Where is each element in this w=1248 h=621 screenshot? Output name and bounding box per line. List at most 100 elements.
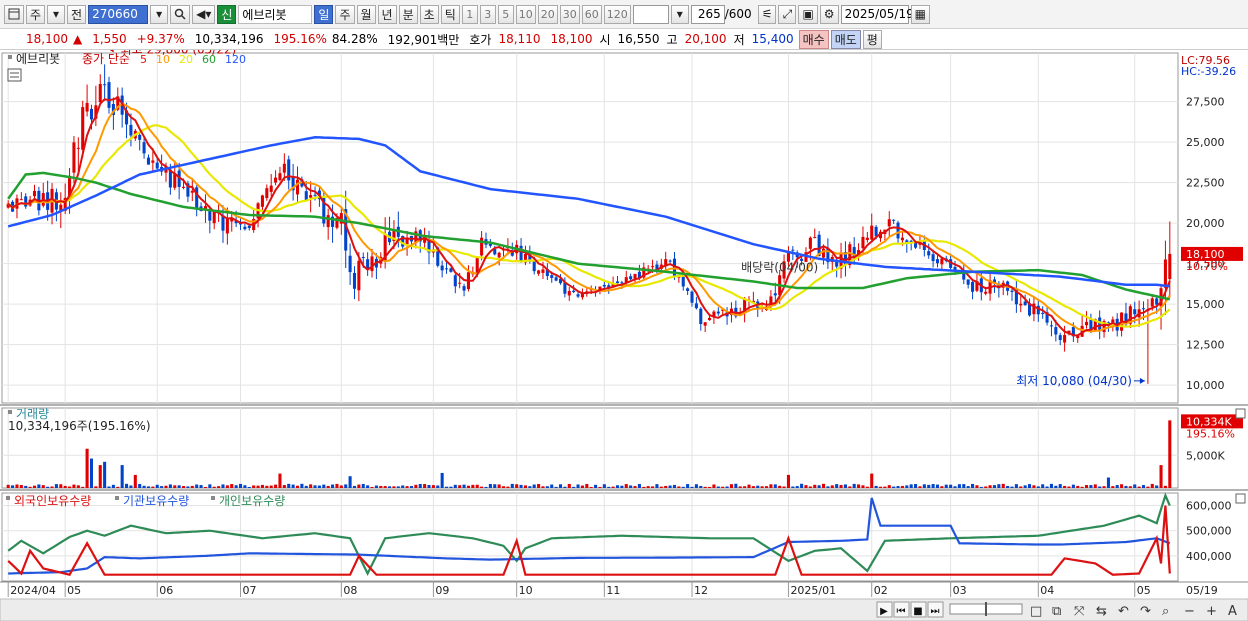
volume-bar — [800, 483, 804, 488]
volume-bar — [168, 484, 172, 488]
volume-bar — [287, 483, 291, 488]
volume-bar — [922, 484, 926, 488]
volume-bar — [361, 483, 365, 488]
volume-bar — [861, 485, 865, 488]
volume-bar — [988, 485, 992, 488]
candle-body — [870, 225, 874, 240]
volume-bar — [146, 486, 150, 488]
volume-bar — [344, 484, 348, 488]
range-button[interactable]: 전 — [67, 4, 87, 24]
volume-bar — [418, 483, 422, 488]
tick-button[interactable]: 20 — [537, 4, 558, 24]
volume-bar — [24, 485, 28, 488]
stock-name-field[interactable]: 에브리봇 — [238, 4, 313, 24]
volume-bar — [63, 485, 67, 488]
candle-body — [813, 237, 817, 239]
zoom-in-icon[interactable]: + — [1206, 604, 1217, 619]
price-tick-label: 15,000 — [1186, 298, 1225, 311]
view-toggle-icon[interactable]: □ — [1030, 604, 1042, 619]
evaluation-button[interactable]: 평 — [862, 29, 882, 49]
layout-icon[interactable] — [4, 4, 24, 24]
tick-button[interactable]: 30 — [559, 4, 580, 24]
tick-button[interactable]: 10 — [515, 4, 536, 24]
period-button[interactable]: 초 — [419, 4, 439, 24]
custom-period-input[interactable] — [632, 4, 669, 24]
price-tick-label: 12,500 — [1186, 339, 1225, 352]
volume-bar — [523, 485, 527, 488]
chart-settings-icon[interactable]: ⚟ — [757, 4, 777, 24]
sell-button[interactable]: 매도 — [830, 29, 861, 49]
volume-bar — [445, 486, 449, 488]
candle-body — [629, 276, 633, 280]
font-icon[interactable]: A — [1228, 604, 1237, 619]
tick-button[interactable]: 120 — [603, 4, 631, 24]
candle-body — [1155, 298, 1159, 305]
volume-bar — [19, 485, 23, 488]
copy-icon[interactable]: ⧉ — [1052, 604, 1061, 619]
volume-bar — [221, 484, 225, 488]
mode-dropdown-icon[interactable]: ▾ — [47, 4, 66, 24]
candle-body — [129, 124, 133, 136]
candle-body — [89, 108, 94, 120]
redo-icon[interactable]: ↷ — [1140, 604, 1152, 619]
candle-body — [181, 186, 186, 188]
volume-bar — [85, 448, 89, 488]
candle-body — [887, 219, 891, 227]
zoom-icon[interactable]: ⌕ — [1162, 604, 1169, 619]
candle-body — [313, 194, 317, 196]
candle-body — [896, 222, 900, 239]
candle-body — [1023, 301, 1027, 306]
period-button[interactable]: 주 — [335, 4, 355, 24]
volume-bar — [563, 486, 567, 488]
calendar-icon[interactable]: ▦ — [910, 4, 930, 24]
candle-body — [861, 236, 865, 249]
compare-icon[interactable]: ⇆ — [1096, 604, 1107, 619]
period-button[interactable]: 틱 — [440, 4, 460, 24]
save-icon[interactable]: ▣ — [798, 4, 818, 24]
candle-body — [576, 294, 580, 297]
tick-button[interactable]: 1 — [461, 4, 478, 24]
tick-button[interactable]: 60 — [581, 4, 602, 24]
volume-bar — [1071, 484, 1075, 488]
draw-tool-icon[interactable]: ⤢ — [778, 4, 797, 24]
volume-bar — [1041, 484, 1045, 488]
volume-bar — [155, 484, 159, 488]
x-tick-label: 04 — [1040, 584, 1054, 597]
gear-icon[interactable]: ⚙ — [819, 4, 839, 24]
volume-bar — [208, 484, 212, 488]
mode-button[interactable]: 주 — [26, 4, 46, 24]
count-input[interactable]: 265 — [690, 4, 725, 24]
code-dropdown-icon[interactable]: ▾ — [150, 4, 169, 24]
volume-bar — [764, 486, 769, 488]
buy-button[interactable]: 매수 — [798, 29, 829, 49]
period-button[interactable]: 월 — [356, 4, 376, 24]
x-tick-label: 05 — [67, 584, 81, 597]
panel-frame — [1, 407, 1179, 489]
period-dropdown-icon[interactable]: ▾ — [670, 4, 689, 24]
speaker-icon[interactable]: ◀▾ — [192, 4, 216, 24]
candle-body — [808, 237, 812, 249]
volume-bar — [664, 485, 668, 488]
search-icon[interactable] — [170, 4, 191, 24]
candle-body — [72, 142, 76, 173]
date-input[interactable]: 2025/05/19 — [840, 4, 914, 24]
volume-bar — [681, 486, 685, 488]
period-button[interactable]: 년 — [377, 4, 397, 24]
zoom-out-icon[interactable]: − — [1184, 604, 1195, 619]
holding-tick-label: 500,000 — [1186, 525, 1232, 538]
candle-body — [146, 157, 150, 165]
period-button[interactable]: 분 — [398, 4, 418, 24]
resize-icon[interactable]: ⤧ — [1074, 604, 1085, 619]
undo-icon[interactable]: ↶ — [1118, 604, 1129, 619]
tick-button[interactable]: 3 — [479, 4, 496, 24]
volume-bar — [1146, 486, 1150, 488]
stock-chart[interactable]: 10,00012,50015,00017,50020,00022,50025,0… — [0, 50, 1248, 621]
tick-button[interactable]: 5 — [497, 4, 514, 24]
volume-bar — [436, 485, 440, 488]
volume-bar — [405, 486, 409, 488]
quote-open: 16,550 — [617, 32, 660, 46]
candle-body — [81, 107, 85, 150]
stock-code-input[interactable]: 270660 — [88, 4, 149, 24]
x-tick-label: 09 — [435, 584, 449, 597]
period-button[interactable]: 일 — [314, 4, 334, 24]
